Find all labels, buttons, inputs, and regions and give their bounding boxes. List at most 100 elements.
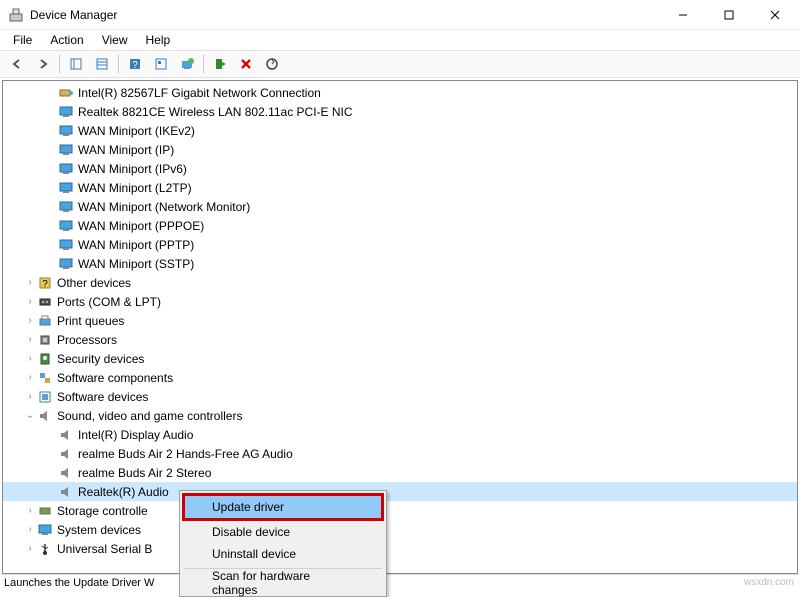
show-hide-tree-button[interactable] xyxy=(64,53,88,75)
device-item[interactable]: Intel(R) Display Audio xyxy=(3,425,797,444)
chevron-right-icon[interactable]: › xyxy=(23,277,37,288)
ctx-label: Scan for hardware changes xyxy=(212,569,354,597)
category-print-queues[interactable]: › Print queues xyxy=(3,311,797,330)
device-label: Intel(R) 82567LF Gigabit Network Connect… xyxy=(78,86,321,100)
category-label: Print queues xyxy=(57,314,124,328)
device-label: Realtek(R) Audio xyxy=(78,485,169,499)
menu-view[interactable]: View xyxy=(94,31,136,49)
category-label: Processors xyxy=(57,333,117,347)
category-usb[interactable]: › Universal Serial B xyxy=(3,539,797,558)
device-item[interactable]: WAN Miniport (L2TP) xyxy=(3,178,797,197)
category-software-components[interactable]: ›Software components xyxy=(3,368,797,387)
chevron-right-icon[interactable]: › xyxy=(23,315,37,326)
device-item[interactable]: WAN Miniport (SSTP) xyxy=(3,254,797,273)
device-item[interactable]: WAN Miniport (IKEv2) xyxy=(3,121,797,140)
device-item[interactable]: WAN Miniport (IP) xyxy=(3,140,797,159)
monitor-icon xyxy=(58,180,74,196)
minimize-button[interactable] xyxy=(660,0,706,30)
update-driver-button[interactable] xyxy=(175,53,199,75)
device-item[interactable]: realme Buds Air 2 Stereo xyxy=(3,463,797,482)
properties-button[interactable] xyxy=(90,53,114,75)
ctx-scan-hardware[interactable]: Scan for hardware changes xyxy=(182,572,384,594)
monitor-icon xyxy=(58,123,74,139)
toolbar-separator xyxy=(118,54,119,74)
category-security-devices[interactable]: › Security devices xyxy=(3,349,797,368)
chevron-down-icon[interactable]: ⌄ xyxy=(23,410,37,421)
device-item[interactable]: WAN Miniport (IPv6) xyxy=(3,159,797,178)
category-system-devices[interactable]: › System devices xyxy=(3,520,797,539)
speaker-icon xyxy=(58,427,74,443)
ctx-uninstall-device[interactable]: Uninstall device xyxy=(182,543,384,565)
svg-text:?: ? xyxy=(42,279,48,290)
device-item[interactable]: Intel(R) 82567LF Gigabit Network Connect… xyxy=(3,83,797,102)
device-item[interactable]: WAN Miniport (PPPOE) xyxy=(3,216,797,235)
svg-text:?: ? xyxy=(132,60,138,71)
speaker-icon xyxy=(37,408,53,424)
device-tree[interactable]: Intel(R) 82567LF Gigabit Network Connect… xyxy=(2,80,798,574)
menu-action[interactable]: Action xyxy=(42,31,91,49)
computer-icon xyxy=(37,522,53,538)
chevron-right-icon[interactable]: › xyxy=(23,334,37,345)
category-sound[interactable]: ⌄Sound, video and game controllers xyxy=(3,406,797,425)
ctx-label: Disable device xyxy=(212,525,290,539)
device-label: WAN Miniport (PPPOE) xyxy=(78,219,204,233)
chevron-right-icon[interactable]: › xyxy=(23,505,37,516)
device-label: realme Buds Air 2 Hands-Free AG Audio xyxy=(78,447,293,461)
category-label: Other devices xyxy=(57,276,131,290)
watermark: wsxdn.com xyxy=(744,577,794,588)
device-label: Intel(R) Display Audio xyxy=(78,428,193,442)
speaker-icon xyxy=(58,446,74,462)
chevron-right-icon[interactable]: › xyxy=(23,524,37,535)
close-button[interactable] xyxy=(752,0,798,30)
forward-button[interactable] xyxy=(31,53,55,75)
menu-file[interactable]: File xyxy=(5,31,40,49)
category-label: Security devices xyxy=(57,352,144,366)
chevron-right-icon[interactable]: › xyxy=(23,296,37,307)
help-button[interactable]: ? xyxy=(123,53,147,75)
monitor-icon xyxy=(58,218,74,234)
action-button[interactable] xyxy=(149,53,173,75)
device-item[interactable]: realme Buds Air 2 Hands-Free AG Audio xyxy=(3,444,797,463)
scan-hardware-button[interactable] xyxy=(260,53,284,75)
context-menu: Update driver Disable device Uninstall d… xyxy=(179,490,387,597)
monitor-icon xyxy=(58,199,74,215)
device-item[interactable]: WAN Miniport (Network Monitor) xyxy=(3,197,797,216)
uninstall-button[interactable] xyxy=(234,53,258,75)
ctx-update-driver[interactable]: Update driver xyxy=(182,493,384,521)
component-icon xyxy=(37,370,53,386)
category-ports[interactable]: ›Ports (COM & LPT) xyxy=(3,292,797,311)
ctx-disable-device[interactable]: Disable device xyxy=(182,521,384,543)
window-title: Device Manager xyxy=(30,8,117,22)
app-icon xyxy=(8,7,24,23)
printer-icon xyxy=(37,313,53,329)
software-icon xyxy=(37,389,53,405)
device-item[interactable]: WAN Miniport (PPTP) xyxy=(3,235,797,254)
device-item[interactable]: Realtek 8821CE Wireless LAN 802.11ac PCI… xyxy=(3,102,797,121)
category-software-devices[interactable]: ›Software devices xyxy=(3,387,797,406)
usb-icon xyxy=(37,541,53,557)
enable-button[interactable] xyxy=(208,53,232,75)
back-button[interactable] xyxy=(5,53,29,75)
category-label: System devices xyxy=(57,523,141,537)
device-label: WAN Miniport (L2TP) xyxy=(78,181,192,195)
status-bar: Launches the Update Driver W xyxy=(0,574,800,590)
device-label: realme Buds Air 2 Stereo xyxy=(78,466,211,480)
monitor-icon xyxy=(58,161,74,177)
device-label: WAN Miniport (Network Monitor) xyxy=(78,200,250,214)
chevron-right-icon[interactable]: › xyxy=(23,391,37,402)
chevron-right-icon[interactable]: › xyxy=(23,543,37,554)
speaker-icon xyxy=(58,465,74,481)
ctx-label: Uninstall device xyxy=(212,547,296,561)
category-label: Universal Serial B xyxy=(57,542,152,556)
category-storage[interactable]: ›Storage controlle xyxy=(3,501,797,520)
toolbar-separator xyxy=(59,54,60,74)
device-label: WAN Miniport (IPv6) xyxy=(78,162,187,176)
device-item-selected[interactable]: Realtek(R) Audio xyxy=(3,482,797,501)
device-label: WAN Miniport (IKEv2) xyxy=(78,124,195,138)
maximize-button[interactable] xyxy=(706,0,752,30)
category-processors[interactable]: › Processors xyxy=(3,330,797,349)
category-other-devices[interactable]: ›? Other devices xyxy=(3,273,797,292)
menu-help[interactable]: Help xyxy=(138,31,179,49)
chevron-right-icon[interactable]: › xyxy=(23,353,37,364)
chevron-right-icon[interactable]: › xyxy=(23,372,37,383)
